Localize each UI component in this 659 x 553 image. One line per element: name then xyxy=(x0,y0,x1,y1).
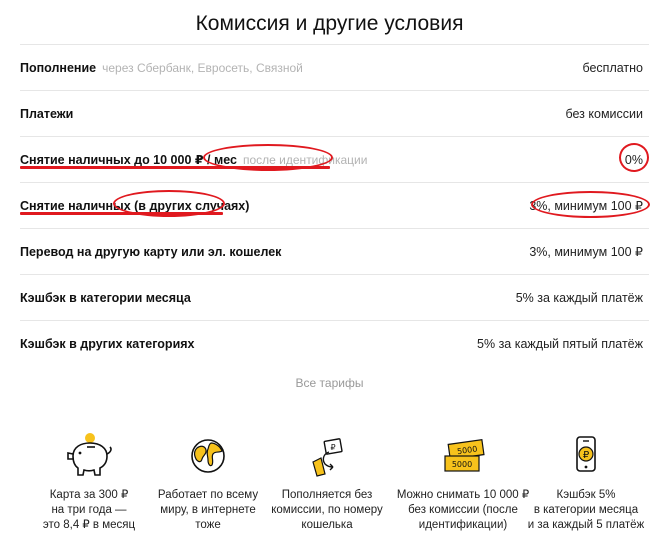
feature-cashback: ₽ Кэшбэк 5% в категории месяца и за кажд… xyxy=(522,432,650,533)
feature-text-line: кошелька xyxy=(301,519,353,531)
condition-row-transfer: Перевод на другую карту или эл. кошелек … xyxy=(20,228,649,274)
feature-text-line: тоже xyxy=(195,519,221,531)
svg-text:₽: ₽ xyxy=(330,443,335,452)
page-title: Комиссия и другие условия xyxy=(195,12,464,35)
condition-row-payments: Платежи без комиссии xyxy=(20,90,649,136)
condition-row-cash-withdrawal-limit: Снятие наличных до 10 000 ₽ / мес после … xyxy=(20,136,649,182)
annotation-circle xyxy=(531,191,650,218)
condition-row-topup: Пополнение через Сбербанк, Евросеть, Свя… xyxy=(20,44,649,90)
feature-text-line: в категории месяца xyxy=(533,504,639,516)
feature-topup: ₽ Пополняется без комиссии, по номеру ко… xyxy=(263,432,391,533)
condition-name: Кэшбэк в других категориях xyxy=(20,336,195,351)
condition-value: 5% за каждый платёж xyxy=(515,290,643,305)
feature-text-line: на три года — xyxy=(51,504,127,516)
feature-text-line: Кэшбэк 5% xyxy=(556,489,616,501)
feature-text-line: комиссии, по номеру xyxy=(271,504,383,516)
condition-value: 3%, минимум 100 ₽ xyxy=(529,245,643,259)
condition-value: 5% за каждый пятый платёж xyxy=(477,336,643,351)
feature-cash-withdrawal: 5000 5000 Можно снимать 10 000 ₽ без ком… xyxy=(393,432,533,533)
condition-value: бесплатно xyxy=(582,60,643,75)
condition-name: Платежи xyxy=(20,106,74,121)
condition-row-cashback-other: Кэшбэк в других категориях 5% за каждый … xyxy=(20,320,649,366)
feature-text-line: и за каждый 5 платёж xyxy=(527,519,645,531)
feature-text-line: это 8,4 ₽ в месяц xyxy=(42,519,136,531)
globe-icon xyxy=(191,439,225,473)
condition-value: без комиссии xyxy=(565,106,643,121)
condition-name: Пополнение xyxy=(20,60,97,75)
features-list: Карта за 300 ₽ на три года — это 8,4 ₽ в… xyxy=(0,432,659,553)
feature-text-line: без комиссии (после xyxy=(408,504,518,516)
feature-text-line: Работает по всему xyxy=(157,489,259,501)
feature-text-line: миру, в интернете xyxy=(160,504,256,516)
wallet-topup-icon: ₽ xyxy=(312,438,343,477)
feature-text-line: идентификации) xyxy=(418,519,508,531)
condition-row-cashback-month: Кэшбэк в категории месяца 5% за каждый п… xyxy=(20,274,649,320)
all-tariffs-link[interactable]: Все тарифы xyxy=(0,376,659,390)
feature-text-line: Карта за 300 ₽ xyxy=(49,489,129,501)
feature-worldwide: Работает по всему миру, в интернете тоже xyxy=(144,432,272,533)
annotation-circle xyxy=(203,144,333,171)
piggy-bank-icon xyxy=(67,433,112,476)
condition-name: Перевод на другую карту или эл. кошелек xyxy=(20,244,282,259)
feature-card-price: Карта за 300 ₽ на три года — это 8,4 ₽ в… xyxy=(25,432,153,533)
svg-text:₽: ₽ xyxy=(583,450,590,461)
banknotes-icon: 5000 5000 xyxy=(444,439,485,472)
annotation-circle xyxy=(113,190,225,217)
condition-row-cash-withdrawal-other: Снятие наличных (в других случаях) 3%, м… xyxy=(20,182,650,228)
annotation-circle xyxy=(619,143,649,172)
banknote-label: 5000 xyxy=(452,460,472,469)
phone-ruble-icon: ₽ xyxy=(576,436,596,472)
condition-note: через Сбербанк, Евросеть, Связной xyxy=(102,60,303,75)
feature-text-line: Пополняется без xyxy=(281,489,373,501)
conditions-table: Пополнение через Сбербанк, Евросеть, Свя… xyxy=(20,44,650,366)
condition-name: Кэшбэк в категории месяца xyxy=(20,290,191,305)
feature-text-line: Можно снимать 10 000 ₽ xyxy=(396,489,530,501)
